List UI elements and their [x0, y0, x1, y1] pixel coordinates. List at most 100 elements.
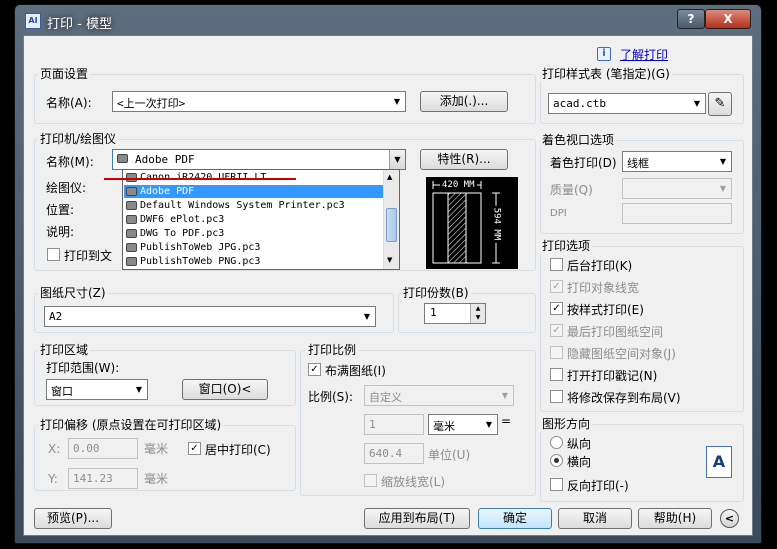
edit-plot-style-button[interactable]: ✎ [708, 92, 732, 116]
landscape-page-icon: A [706, 446, 732, 478]
offset-y-label: Y: [48, 472, 58, 486]
hide-paperspace-objects-checkbox[interactable] [550, 346, 563, 359]
info-icon[interactable]: i [597, 47, 611, 61]
offset-x-label: X: [48, 442, 61, 456]
location-label: 位置: [46, 203, 75, 217]
autocad-app-icon: AI [25, 13, 41, 29]
plot-lineweights-checkbox[interactable]: ✓ [550, 280, 563, 293]
dropdown-option-selected[interactable]: Adobe PDF [124, 185, 396, 198]
offset-y-unit: 毫米 [144, 472, 169, 486]
printer-properties-button[interactable]: 特性(R)... [420, 149, 508, 170]
paper-size-title: 图纸尺寸(Z) [38, 284, 108, 301]
shaded-viewport-title: 着色视口选项 [540, 131, 617, 148]
chevron-down-icon: ▼ [485, 420, 493, 429]
plotter-config-icon [126, 243, 137, 252]
title-bar[interactable]: AI 打印 - 模型 ? X [15, 5, 761, 35]
page-setup-name-label: 名称(A): [46, 96, 92, 110]
close-button[interactable]: X [705, 9, 751, 29]
scroll-thumb[interactable] [386, 208, 397, 242]
portrait-radio[interactable] [550, 436, 563, 449]
scroll-down-icon[interactable]: ▼ [387, 256, 392, 264]
title-help-button[interactable]: ? [677, 9, 705, 29]
chevron-down-icon: ▼ [693, 99, 701, 108]
more-options-icon[interactable]: < [720, 509, 739, 528]
hide-paperspace-objects-label: 隐藏图纸空间对象(J) [567, 347, 676, 361]
dropdown-option[interactable]: DWG To PDF.pc3 [124, 227, 396, 240]
plot-upside-down-label: 反向打印(-) [567, 479, 629, 493]
scroll-up-icon[interactable]: ▲ [387, 173, 392, 181]
plotter-config-icon [126, 215, 137, 224]
dpi-label: DPI [550, 208, 567, 219]
plot-paperspace-last-checkbox[interactable]: ✓ [550, 324, 563, 337]
plot-with-styles-checkbox[interactable]: ✓ [550, 302, 563, 315]
save-to-layout-label: 将修改保存到布局(V) [567, 391, 681, 405]
copies-stepper[interactable]: 1 ▲ ▼ [424, 303, 486, 324]
scale-dropdown[interactable]: 自定义 ▼ [364, 385, 514, 406]
chevron-down-icon[interactable]: ▼ [389, 150, 405, 169]
printer-icon [117, 154, 128, 163]
paper-width-label: 420 MM [440, 180, 477, 190]
print-to-file-label: 打印到文 [64, 249, 113, 263]
scale-value1-input[interactable]: 1 [364, 414, 424, 435]
description-label: 说明: [46, 225, 75, 239]
dropdown-option[interactable]: PublishToWeb PNG.pc3 [124, 255, 396, 268]
add-page-setup-button[interactable]: 添加(.)... [420, 91, 508, 112]
dpi-input[interactable] [622, 203, 732, 224]
plotter-config-icon [126, 257, 137, 266]
apply-to-layout-button[interactable]: 应用到布局(T) [364, 508, 470, 529]
spin-arrows-icon[interactable]: ▲ ▼ [470, 304, 485, 323]
dialog-body: i 了解打印 页面设置 名称(A): <上一次打印> ▼ 添加(.)... 打印… [23, 35, 753, 536]
plotter-config-icon [126, 201, 137, 210]
scale-lineweights-checkbox[interactable] [364, 474, 377, 487]
plot-range-label: 打印范围(W): [46, 361, 120, 375]
shade-plot-dropdown[interactable]: 线框 ▼ [622, 151, 732, 172]
plot-scale-title: 打印比例 [306, 341, 359, 358]
dropdown-scrollbar[interactable]: ▲ ▼ [383, 170, 399, 269]
help-button[interactable]: 帮助(H) [638, 508, 712, 529]
plot-style-dropdown[interactable]: acad.ctb ▼ [548, 93, 706, 114]
plot-upside-down-checkbox[interactable] [550, 478, 563, 491]
plot-stamp-checkbox[interactable] [550, 368, 563, 381]
print-to-file-checkbox[interactable] [47, 248, 60, 261]
dropdown-option[interactable]: Default Windows System Printer.pc3 [124, 199, 396, 212]
cancel-button[interactable]: 取消 [558, 508, 632, 529]
save-to-layout-checkbox[interactable] [550, 390, 563, 403]
offset-x-input[interactable]: 0.00 [68, 438, 138, 459]
plot-range-dropdown[interactable]: 窗口 ▼ [46, 379, 148, 400]
paper-preview: 420 MM 594 MM [426, 177, 518, 269]
page-setup-name-dropdown[interactable]: <上一次打印> ▼ [112, 91, 406, 112]
page-setup-title: 页面设置 [38, 65, 91, 82]
dropdown-option[interactable]: PublishToWeb JPG.pc3 [124, 241, 396, 254]
ok-button[interactable]: 确定 [478, 508, 552, 529]
pencil-edit-icon: ✎ [714, 96, 726, 111]
fit-to-paper-checkbox[interactable]: ✓ [308, 363, 321, 376]
offset-y-input[interactable]: 141.23 [68, 468, 138, 489]
quality-dropdown[interactable]: ▼ [622, 178, 732, 199]
center-plot-checkbox[interactable]: ✓ [188, 442, 201, 455]
chevron-down-icon: ▼ [393, 97, 401, 106]
plotter-label: 绘图仪: [46, 181, 87, 195]
window-select-button[interactable]: 窗口(O)< [182, 379, 268, 400]
orientation-title: 图形方向 [540, 415, 593, 432]
plot-options-title: 打印选项 [540, 237, 593, 254]
scale-value2-input[interactable]: 640.4 [364, 443, 424, 464]
scale-unit-dropdown[interactable]: 毫米 ▼ [428, 414, 498, 435]
printer-name-dropdown[interactable]: Adobe PDF ▼ [112, 149, 406, 170]
portrait-label: 纵向 [567, 437, 592, 451]
scale-lineweights-label: 缩放线宽(L) [381, 475, 446, 489]
center-plot-label: 居中打印(C) [205, 443, 271, 457]
printer-icon [126, 187, 137, 196]
learn-printing-link[interactable]: 了解打印 [620, 46, 668, 63]
red-annotation-line [104, 178, 296, 180]
preview-button[interactable]: 预览(P)... [34, 508, 112, 529]
dropdown-option[interactable]: DWF6 ePlot.pc3 [124, 213, 396, 226]
copies-title: 打印份数(B) [401, 284, 471, 301]
offset-x-unit: 毫米 [144, 442, 169, 456]
background-plot-label: 后台打印(K) [567, 259, 633, 273]
background-plot-checkbox[interactable] [550, 258, 563, 271]
print-dialog: AI 打印 - 模型 ? X i 了解打印 页面设置 名称(A): <上一次打印… [14, 4, 762, 544]
paper-size-dropdown[interactable]: A2 ▼ [44, 306, 376, 327]
scale-label: 比例(S): [308, 390, 354, 404]
landscape-radio[interactable] [550, 454, 563, 467]
printer-dropdown-list[interactable]: Canon iR2420 UFRII LT Adobe PDF Default … [122, 169, 400, 270]
